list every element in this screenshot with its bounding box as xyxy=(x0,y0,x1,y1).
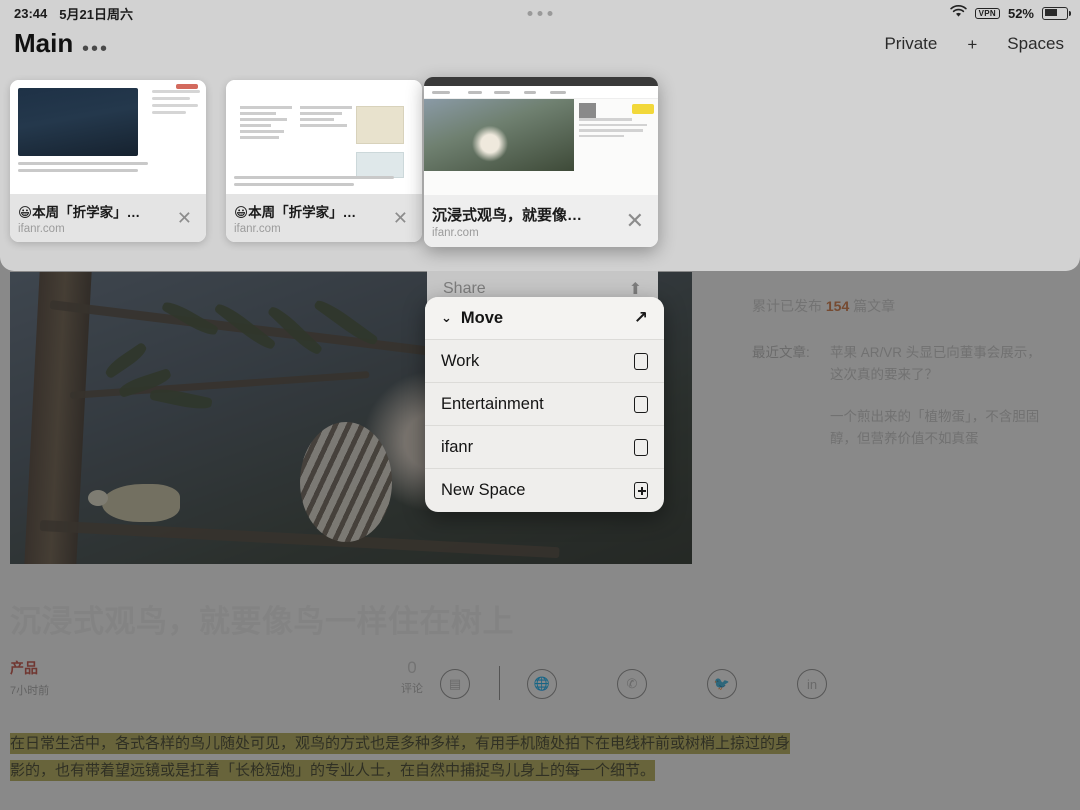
menu-item-entertainment[interactable]: Entertainment xyxy=(425,383,664,426)
arrow-forward-icon: ↗ xyxy=(633,308,648,327)
menu-item-new-space[interactable]: New Space xyxy=(425,469,664,512)
browser-tab-switcher-screen: 沉浸式观鸟，就要像鸟一样住在树上 产品 7小时前 0 评论 ▤ 🌐 ✆ 🐦 in… xyxy=(0,0,1080,810)
square-icon xyxy=(634,352,648,370)
tab-thumbnail xyxy=(226,80,422,194)
menu-item-label: Work xyxy=(441,351,480,370)
status-date: 5月21日周六 xyxy=(59,6,133,22)
tab-url: ifanr.com xyxy=(18,223,65,235)
menu-item-work[interactable]: Work xyxy=(425,340,664,383)
close-icon[interactable]: ✕ xyxy=(387,208,414,229)
close-icon[interactable]: ✕ xyxy=(171,208,198,229)
chevron-down-icon: ⌄ xyxy=(441,310,452,325)
menu-item-move[interactable]: ⌄ Move ↗ xyxy=(425,297,664,340)
plus-square-icon xyxy=(634,482,648,499)
move-context-menu: ⌄ Move ↗ Work Entertainment ifanr New Sp… xyxy=(425,297,664,512)
menu-item-label: Entertainment xyxy=(441,394,544,413)
menu-item-label: Move xyxy=(460,308,504,327)
battery-icon xyxy=(1042,6,1071,20)
wifi-icon xyxy=(949,5,967,21)
tab-switcher-panel: 23:44 5月21日周六 VPN 52% Main ••• Private +… xyxy=(0,0,1080,271)
tab-url: ifanr.com xyxy=(432,226,479,239)
status-bar: 23:44 5月21日周六 VPN 52% xyxy=(0,0,1080,26)
tab-thumbnail xyxy=(10,80,206,194)
tab-title: 沉浸式观鸟，就要像… xyxy=(432,206,583,224)
tab-switcher-toolbar: Main ••• Private + Spaces xyxy=(0,28,1080,72)
spaces-button[interactable]: Spaces xyxy=(1007,34,1064,54)
menu-item-label: New Space xyxy=(441,481,526,499)
tab-thumbnail xyxy=(424,77,658,199)
square-icon xyxy=(634,438,648,456)
tab-card-list: 😀本周「折学家」… ifanr.com ✕ 😀本周「折学家」… ifanr.co… xyxy=(0,77,1080,255)
status-time: 23:44 xyxy=(14,5,48,21)
menu-item-ifanr[interactable]: ifanr xyxy=(425,426,664,469)
tab-card-active[interactable]: 沉浸式观鸟，就要像… ifanr.com ✕ xyxy=(424,77,658,247)
close-icon[interactable]: ✕ xyxy=(620,208,650,234)
tab-footer: 沉浸式观鸟，就要像… ifanr.com ✕ xyxy=(424,195,658,247)
private-button[interactable]: Private xyxy=(884,34,937,54)
share-icon: ⬆ xyxy=(628,280,642,298)
tab-card[interactable]: 😀本周「折学家」… ifanr.com ✕ xyxy=(10,80,206,242)
tab-title: 😀本周「折学家」… xyxy=(18,205,141,220)
tab-title: 😀本周「折学家」… xyxy=(234,205,357,220)
drag-indicator xyxy=(527,10,553,16)
new-tab-button[interactable]: + xyxy=(967,36,977,53)
tab-footer: 😀本周「折学家」… ifanr.com ✕ xyxy=(226,194,422,242)
space-title[interactable]: Main xyxy=(14,28,73,59)
vpn-badge: VPN xyxy=(974,7,1000,19)
tab-card[interactable]: 😀本周「折学家」… ifanr.com ✕ xyxy=(226,80,422,242)
tab-url: ifanr.com xyxy=(234,223,281,235)
square-icon xyxy=(634,395,648,413)
share-label: Share xyxy=(443,279,486,297)
tab-footer: 😀本周「折学家」… ifanr.com ✕ xyxy=(10,194,206,242)
battery-percent: 52% xyxy=(1007,5,1034,21)
more-options-icon[interactable]: ••• xyxy=(82,38,109,61)
menu-item-label: ifanr xyxy=(441,437,474,456)
